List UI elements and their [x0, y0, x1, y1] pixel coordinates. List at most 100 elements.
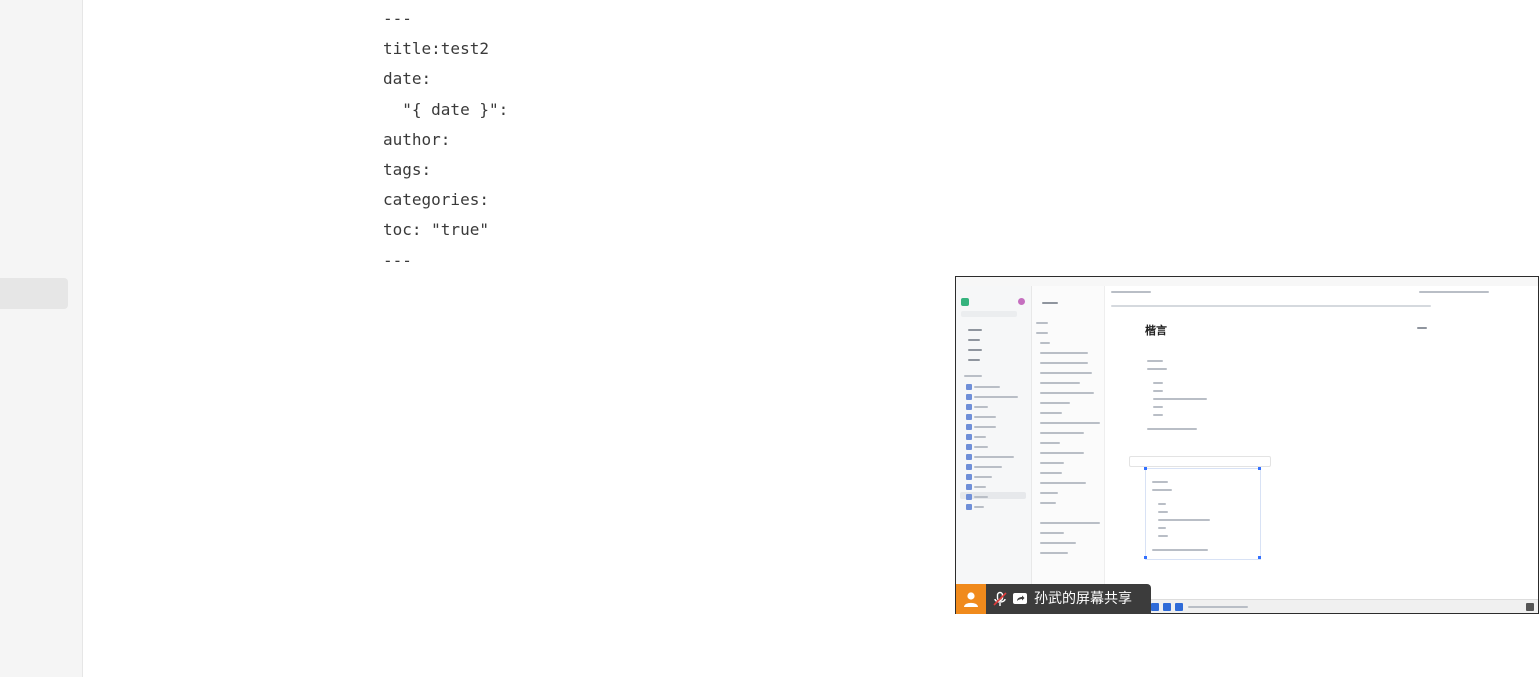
shared-doc-line [1040, 462, 1064, 464]
shared-doc-title [1042, 302, 1058, 304]
taskbar-app-icon [1163, 603, 1171, 611]
taskbar-label [1188, 606, 1248, 608]
shared-content-line [1147, 368, 1167, 370]
doc-icon [966, 404, 972, 410]
front-matter-editor[interactable]: --- title:test2 date: "{ date }": author… [383, 4, 508, 276]
code-line: date: [383, 69, 432, 89]
shared-doc-line [1040, 452, 1084, 454]
mic-muted-icon[interactable] [992, 591, 1008, 607]
shared-doc-line [1040, 342, 1050, 344]
doc-icon [966, 384, 972, 390]
tray-icon [1526, 603, 1534, 611]
shared-block-line [1158, 519, 1210, 521]
shared-doc-line [1040, 382, 1080, 384]
shared-nav-line [974, 506, 984, 508]
code-line: "{ date }": [383, 99, 509, 119]
taskbar-app-icon [1175, 603, 1183, 611]
doc-icon [966, 434, 972, 440]
shared-doc-line [1040, 352, 1088, 354]
shared-nav-line [974, 386, 1000, 388]
code-line: categories: [383, 190, 489, 210]
code-line: toc: "true" [383, 220, 489, 240]
screen-share-label: 孙武的屏幕共享 [1034, 591, 1132, 607]
shared-doc-line [1040, 492, 1058, 494]
shared-doc-line [1040, 372, 1092, 374]
shared-content-line [1153, 414, 1163, 416]
avatar [1018, 298, 1025, 305]
shared-selected-block [1145, 468, 1261, 560]
left-sidebar [0, 0, 83, 677]
shared-floating-toolbar [1129, 456, 1271, 467]
shared-content-line [1147, 428, 1197, 430]
doc-icon [966, 424, 972, 430]
shared-nav-line [964, 375, 982, 377]
doc-icon [966, 464, 972, 470]
shared-content-line [1153, 390, 1163, 392]
shared-doc-list [1032, 286, 1179, 586]
resize-handle [1258, 467, 1261, 470]
doc-icon [966, 414, 972, 420]
code-line: --- [383, 9, 412, 28]
shared-toolbar [1111, 305, 1431, 307]
doc-icon [966, 394, 972, 400]
shared-nav-line [974, 416, 996, 418]
shared-doc-line [1040, 392, 1094, 394]
doc-icon [966, 444, 972, 450]
shared-doc-line [1040, 502, 1056, 504]
shared-doc-line [1040, 402, 1070, 404]
screen-share-preview[interactable]: 楷言 [955, 276, 1539, 614]
resize-handle [1258, 556, 1261, 559]
shared-nav-line [974, 406, 988, 408]
screen-share-bar[interactable]: 孙武的屏幕共享 [956, 584, 1151, 614]
shared-block-line [1158, 535, 1168, 537]
shared-nav-line [968, 339, 980, 341]
shared-block-line [1152, 549, 1208, 551]
share-screen-icon[interactable] [1012, 591, 1028, 607]
code-line: author: [383, 129, 451, 149]
shared-doc-line [1040, 482, 1086, 484]
shared-nav-line [968, 329, 982, 331]
shared-doc-line [1040, 532, 1064, 534]
shared-doc-heading: 楷言 [1145, 324, 1167, 337]
taskbar-app-icon [1151, 603, 1159, 611]
shared-search-box [961, 311, 1017, 317]
code-line: tags: [383, 159, 432, 179]
shared-top-actions [1419, 291, 1489, 293]
shared-doc-line [1040, 442, 1060, 444]
doc-icon [966, 454, 972, 460]
shared-doc-line [1040, 552, 1068, 554]
shared-window-titlebar [956, 277, 1538, 286]
shared-content-line [1147, 360, 1163, 362]
shared-doc-line [1040, 542, 1076, 544]
shared-nav-line [968, 359, 980, 361]
shared-doc-line [1036, 322, 1048, 324]
shared-nav-line [974, 476, 992, 478]
shared-block-line [1158, 527, 1166, 529]
code-line: title:test2 [383, 39, 489, 59]
app-logo-icon [961, 298, 969, 306]
shared-doc-line [1036, 332, 1048, 334]
shared-nav-line [974, 436, 986, 438]
shared-nav-line [974, 496, 988, 498]
shared-nav-line [974, 426, 996, 428]
shared-block-line [1158, 503, 1166, 505]
shared-app-sidebar [956, 286, 1032, 586]
resize-handle [1144, 467, 1147, 470]
shared-side-label [1417, 327, 1427, 329]
shared-content-line [1153, 406, 1163, 408]
shared-doc-line [1040, 422, 1100, 424]
shared-breadcrumb [1111, 291, 1151, 293]
doc-icon [966, 494, 972, 500]
shared-block-line [1152, 489, 1172, 491]
shared-nav-line [974, 456, 1014, 458]
shared-content-line [1153, 398, 1207, 400]
shared-block-line [1158, 511, 1168, 513]
shared-nav-line [974, 446, 988, 448]
doc-icon [966, 484, 972, 490]
shared-nav-line [974, 396, 1018, 398]
shared-nav-line [974, 466, 1002, 468]
shared-block-line [1152, 481, 1168, 483]
shared-nav-line [974, 486, 986, 488]
shared-nav-line [968, 349, 982, 351]
sidebar-selected-item[interactable] [0, 278, 68, 309]
